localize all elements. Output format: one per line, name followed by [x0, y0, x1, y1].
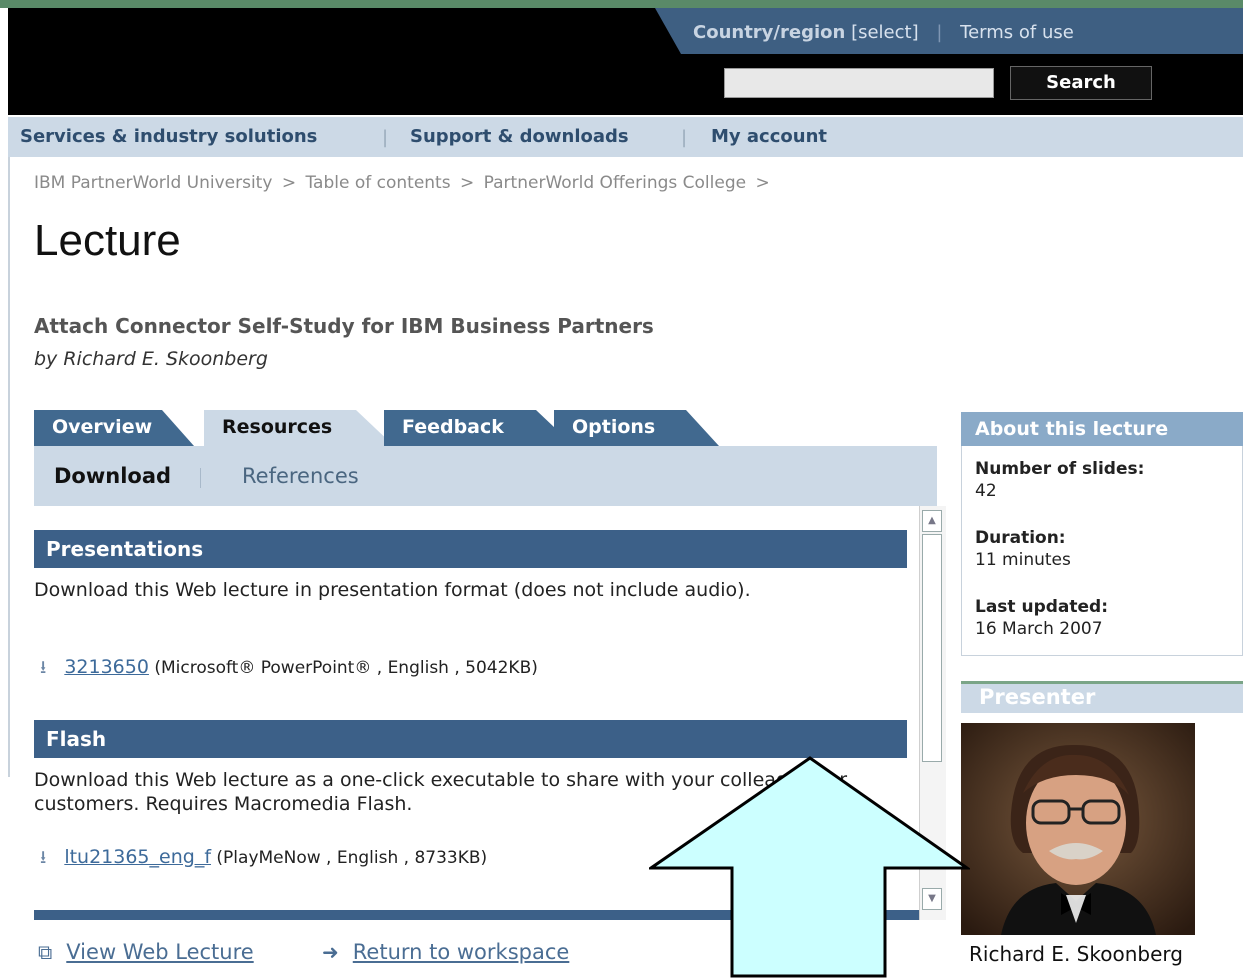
left-border [8, 157, 10, 777]
tab-feedback[interactable]: Feedback [384, 410, 574, 446]
about-duration: Duration: 11 minutes [975, 527, 1071, 571]
breadcrumb-university[interactable]: IBM PartnerWorld University [34, 173, 272, 193]
view-web-lecture-link[interactable]: View Web Lecture [66, 940, 253, 964]
search-input[interactable] [724, 68, 994, 98]
presenter-heading: Presenter [979, 685, 1096, 709]
subtab-download[interactable]: Download [54, 464, 171, 488]
breadcrumb-offerings-college[interactable]: PartnerWorld Offerings College [484, 173, 746, 193]
flash-file-meta: (PlayMeNow , English , 8733KB) [216, 848, 488, 868]
lecture-author: by Richard E. Skoonberg [34, 348, 268, 370]
top-color-strip [0, 0, 1243, 8]
subtab-separator [200, 468, 201, 488]
slides-label: Number of slides: [975, 459, 1145, 479]
tab-resources[interactable]: Resources [204, 410, 394, 446]
about-updated: Last updated: 16 March 2007 [975, 596, 1108, 640]
subtab-references[interactable]: References [242, 464, 359, 488]
up-arrow-annotation-icon [649, 756, 970, 978]
about-heading: About this lecture [961, 412, 1243, 446]
breadcrumb: IBM PartnerWorld University > Table of c… [34, 171, 914, 195]
nav-support[interactable]: Support & downloads [410, 126, 629, 147]
tab-bar: Overview Resources Feedback Options [34, 410, 734, 446]
tab-options[interactable]: Options [554, 410, 719, 446]
presentation-download-row: ⭳ 3213650 (Microsoft® PowerPoint® , Engli… [40, 655, 538, 685]
lecture-title: Attach Connector Self-Study for IBM Busi… [34, 314, 654, 338]
breadcrumb-separator: > [460, 173, 475, 193]
terms-of-use-link[interactable]: Terms of use [960, 22, 1074, 43]
search-button[interactable]: Search [1010, 66, 1152, 100]
nav-my-account[interactable]: My account [711, 126, 827, 147]
updated-value: 16 March 2007 [975, 619, 1103, 639]
return-to-workspace: ➜ Return to workspace [322, 940, 569, 964]
nav-separator: | [681, 127, 688, 148]
presentation-file-meta: (Microsoft® PowerPoint® , English , 5042… [154, 658, 538, 678]
main-nav: Services & industry solutions | Support … [8, 117, 1243, 157]
subtab-bar: Download References [34, 446, 937, 506]
presenter-photo-art [961, 723, 1195, 935]
page-title: Lecture [34, 216, 181, 265]
presenter-photo [961, 723, 1195, 935]
return-to-workspace-link[interactable]: Return to workspace [353, 940, 570, 964]
scroll-up-icon[interactable]: ▲ [922, 510, 942, 532]
country-region-link[interactable]: Country/region [693, 22, 845, 43]
nav-separator: | [382, 127, 389, 148]
presentation-file-link[interactable]: 3213650 [64, 656, 149, 678]
country-separator: | [936, 22, 943, 43]
tab-resources-label: Resources [222, 416, 333, 438]
duration-label: Duration: [975, 528, 1066, 548]
presenter-name: Richard E. Skoonberg [969, 942, 1183, 966]
country-bar: Country/region [select] | Terms of use [655, 8, 1243, 54]
flash-file-link[interactable]: ltu21365_eng_f [64, 846, 211, 868]
presentations-description: Download this Web lecture in presentatio… [34, 579, 751, 601]
new-window-icon: ⧉ [38, 940, 53, 964]
breadcrumb-separator: > [755, 173, 770, 193]
tab-overview-label: Overview [52, 416, 153, 438]
tab-overview[interactable]: Overview [34, 410, 194, 446]
breadcrumb-separator: > [281, 173, 297, 193]
nav-services[interactable]: Services & industry solutions [20, 126, 317, 147]
country-select-link[interactable]: [select] [851, 22, 919, 43]
tab-feedback-label: Feedback [402, 416, 504, 438]
slides-value: 42 [975, 481, 997, 501]
flash-heading: Flash [34, 720, 907, 758]
breadcrumb-toc[interactable]: Table of contents [305, 173, 450, 193]
flash-download-row: ⭳ ltu21365_eng_f (PlayMeNow , English , 8… [40, 845, 487, 875]
download-arrow-icon: ⭳ [40, 657, 47, 678]
tab-options-label: Options [572, 416, 656, 438]
view-web-lecture: ⧉ View Web Lecture [38, 940, 254, 964]
arrow-right-icon: ➜ [322, 940, 339, 964]
duration-value: 11 minutes [975, 550, 1071, 570]
presentations-heading: Presentations [34, 530, 907, 568]
download-arrow-icon: ⭳ [40, 847, 47, 868]
about-slides: Number of slides: 42 [975, 458, 1144, 502]
updated-label: Last updated: [975, 597, 1109, 617]
scroll-thumb[interactable] [922, 534, 942, 762]
